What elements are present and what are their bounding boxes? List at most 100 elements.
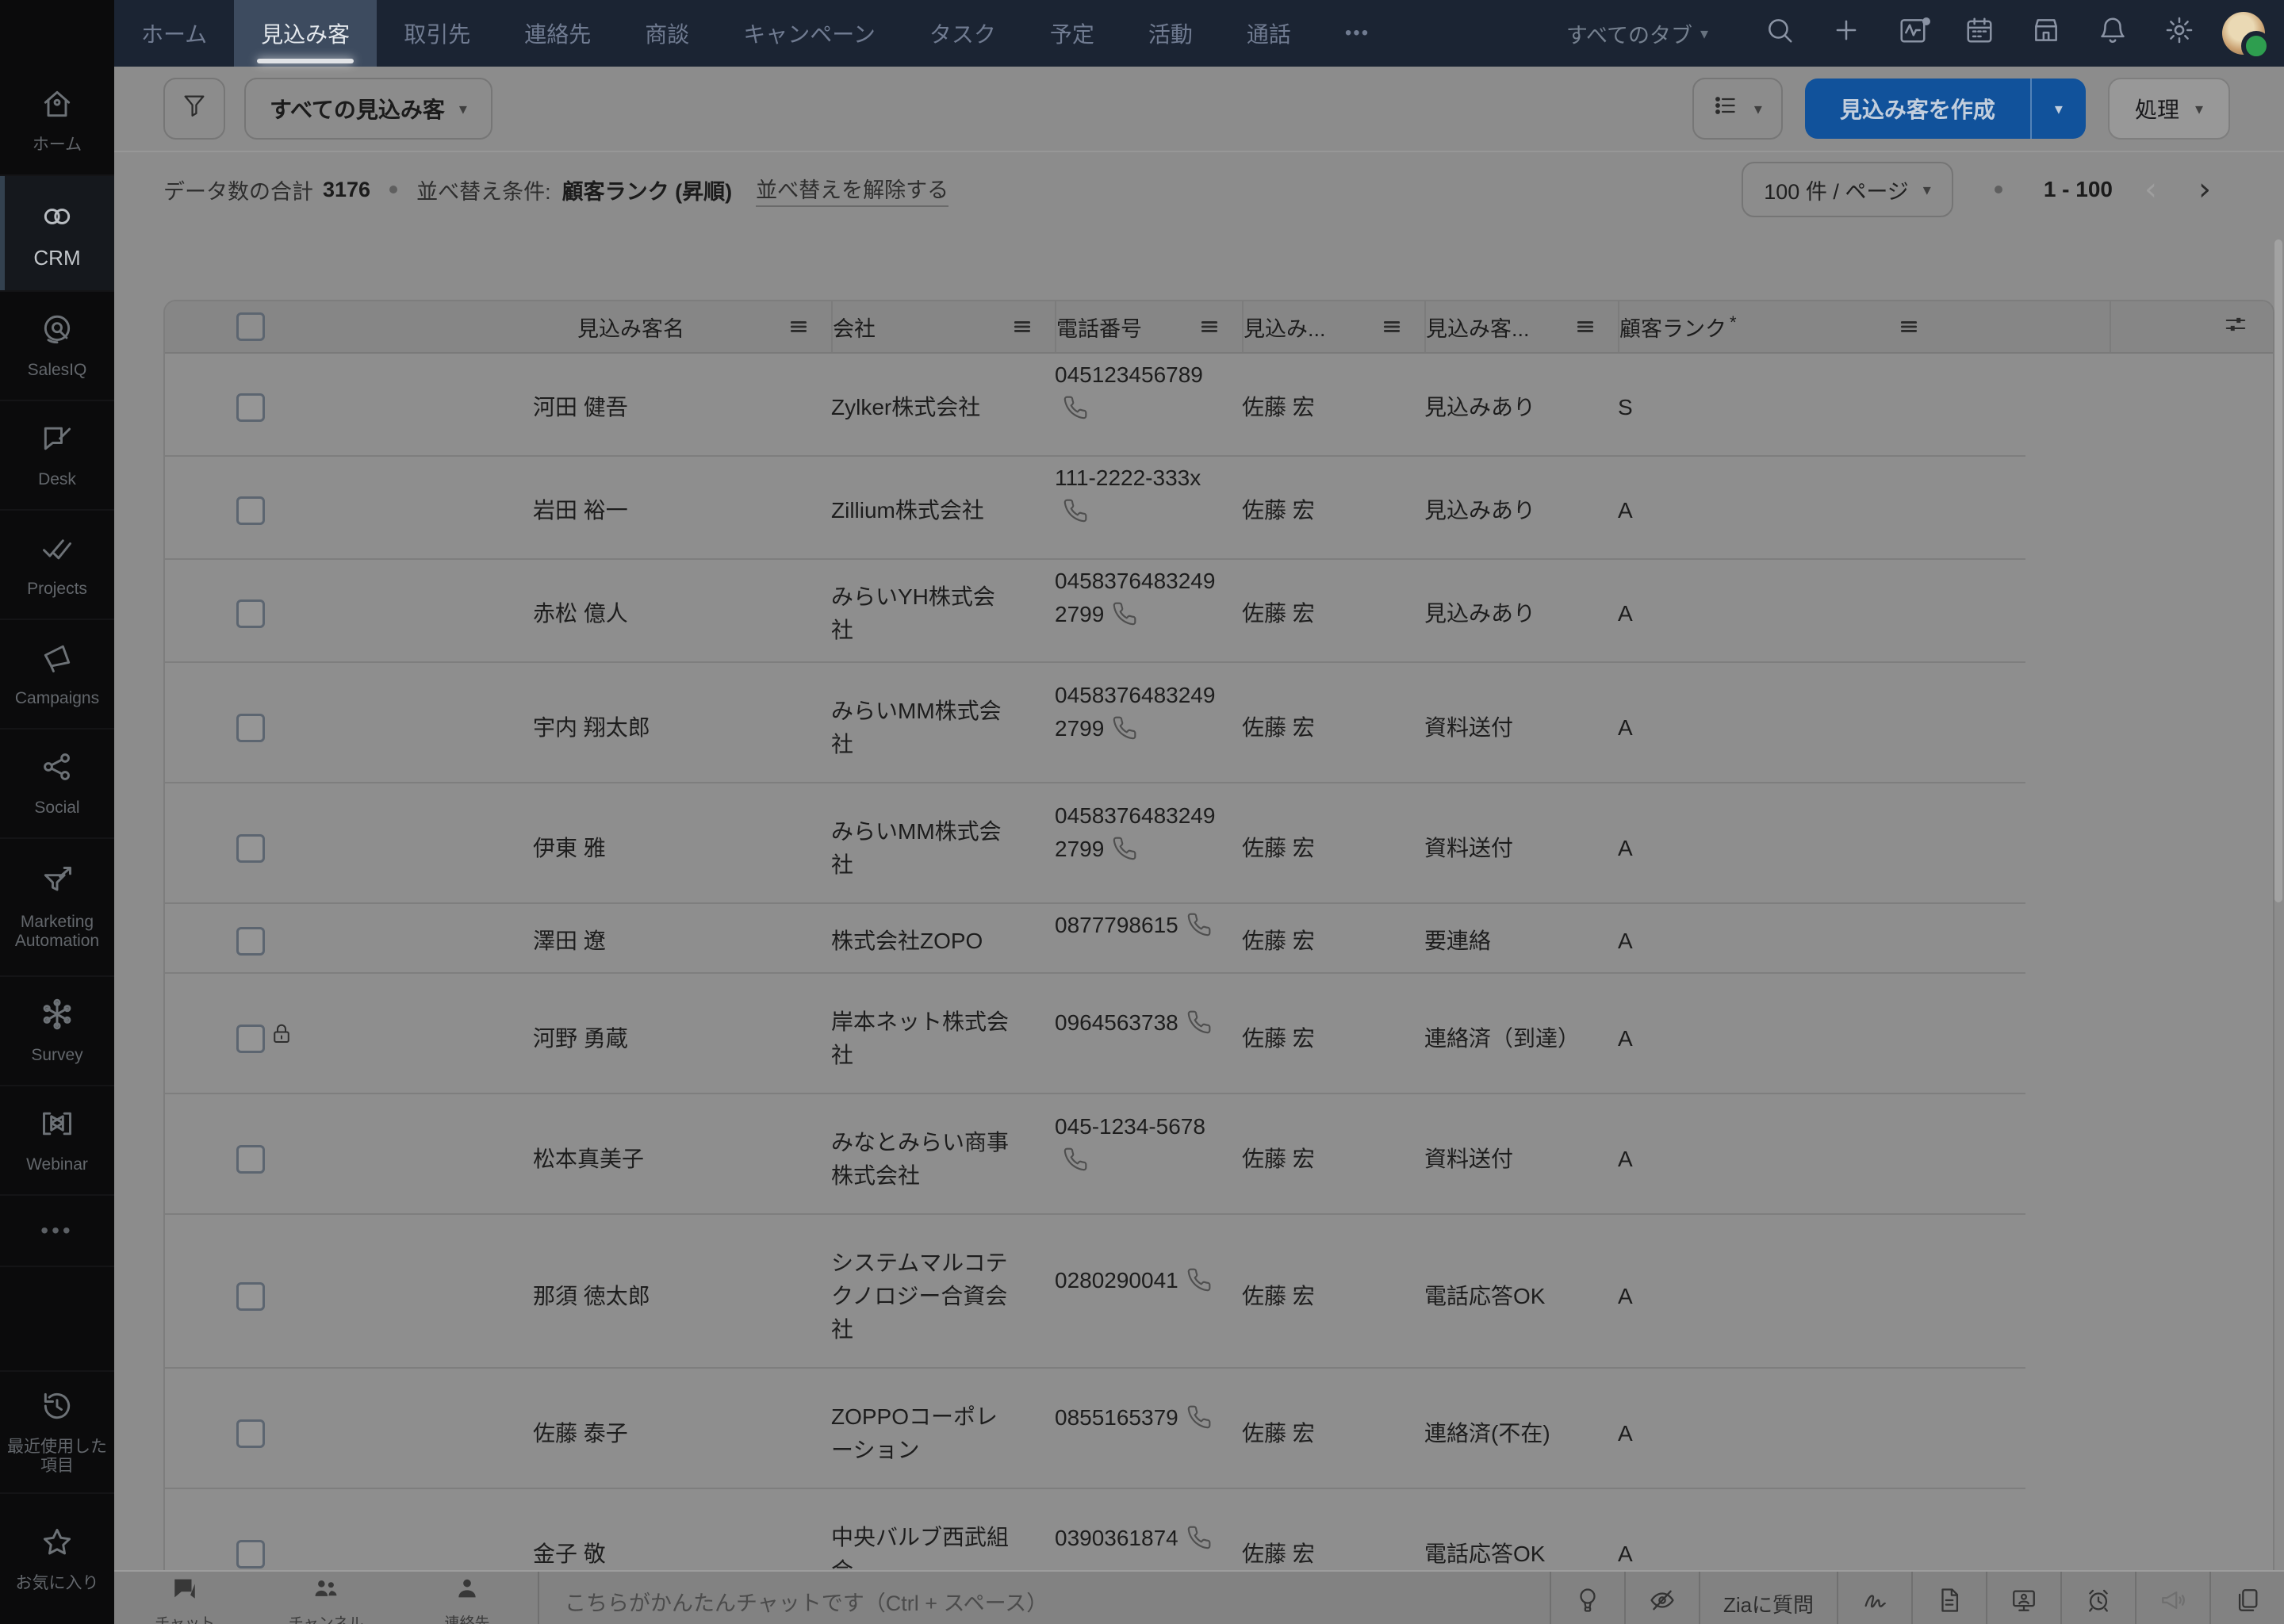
copy-sheets-button[interactable] (2211, 1572, 2284, 1624)
display-mode-button[interactable]: ▾ (1692, 78, 1783, 140)
phone-icon[interactable] (1112, 601, 1137, 626)
row-checkbox[interactable] (236, 1025, 265, 1053)
tab-leads[interactable]: 見込み客 (234, 0, 377, 67)
lead-name[interactable]: 伊東 雅 (533, 832, 831, 865)
table-row[interactable]: 佐藤 泰子 ZOPPOコーポレーション 0855165379 佐藤 宏 連絡済(… (165, 1369, 2273, 1489)
column-settings-icon[interactable] (2224, 312, 2248, 342)
phone-icon[interactable] (1112, 836, 1137, 861)
user-avatar[interactable] (2222, 12, 2271, 61)
row-checkbox[interactable] (236, 1419, 265, 1448)
column-menu-icon[interactable] (1899, 316, 1919, 337)
table-row[interactable]: 河田 健吾 Zylker株式会社 045123456789 佐藤 宏 見込みあり… (165, 354, 2273, 457)
phone-icon[interactable] (1063, 395, 1088, 420)
quick-create-button[interactable] (1822, 10, 1870, 57)
sidebar-item-crm[interactable]: CRM (0, 176, 114, 292)
phone-icon[interactable] (1186, 1404, 1212, 1430)
phone-icon[interactable] (1186, 1525, 1212, 1550)
table-row[interactable]: 河野 勇蔵 岸本ネット株式会社 0964563738 佐藤 宏 連絡済（到達） … (165, 974, 2273, 1094)
column-header-lead-name[interactable]: 見込み客名 (533, 301, 831, 352)
filter-button[interactable] (163, 78, 225, 140)
tab-deals[interactable]: 商談 (618, 0, 716, 67)
row-checkbox[interactable] (236, 714, 265, 742)
settings-button[interactable] (2156, 10, 2203, 57)
row-checkbox[interactable] (236, 834, 265, 863)
select-all-checkbox[interactable] (236, 312, 265, 341)
create-lead-options-button[interactable]: ▾ (2029, 79, 2086, 139)
lead-name[interactable]: 松本真美子 (533, 1143, 831, 1176)
presentation-button[interactable] (1987, 1572, 2062, 1624)
sidebar-item-salesiq[interactable]: SalesIQ (0, 292, 114, 401)
marketplace-button[interactable] (2022, 10, 2070, 57)
tab-accounts[interactable]: 取引先 (377, 0, 497, 67)
all-tabs-dropdown[interactable]: すべてのタブ ▾ (1566, 18, 1708, 49)
tab-campaigns[interactable]: キャンペーン (716, 0, 902, 67)
lead-name[interactable]: 赤松 億人 (533, 597, 831, 630)
column-header-phone[interactable]: 電話番号 (1055, 301, 1242, 352)
table-row[interactable]: 伊東 雅 みらいMM株式会社 04583764832492799 佐藤 宏 資料… (165, 783, 2273, 904)
lead-name[interactable]: 河田 健吾 (533, 391, 831, 424)
row-checkbox[interactable] (236, 1540, 265, 1568)
column-menu-icon[interactable] (1012, 316, 1033, 337)
calendar-button[interactable] (1956, 10, 2003, 57)
chat-input[interactable] (539, 1591, 1550, 1616)
sidebar-item-survey[interactable]: Survey (0, 977, 114, 1086)
sidebar-item-marketing-automation[interactable]: Marketing Automation (0, 839, 114, 977)
chat-tab-chat[interactable]: チャット (114, 1572, 255, 1624)
column-header-customer-rank[interactable]: 顧客ランク * (1618, 301, 2110, 352)
column-header-company[interactable]: 会社 (831, 301, 1055, 352)
table-row[interactable]: 那須 徳太郎 システムマルコテクノロジー合資会社 0280290041 佐藤 宏… (165, 1215, 2273, 1369)
sidebar-item-webinar[interactable]: Webinar (0, 1086, 114, 1196)
column-menu-icon[interactable] (1199, 316, 1220, 337)
tab-meetings[interactable]: 予定 (1023, 0, 1121, 67)
phone-icon[interactable] (1112, 715, 1137, 741)
search-button[interactable] (1756, 10, 1803, 57)
column-header-lead-owner[interactable]: 見込み... (1242, 301, 1424, 352)
column-menu-icon[interactable] (1382, 316, 1402, 337)
table-row[interactable]: 宇内 翔太郎 みらいMM株式会社 04583764832492799 佐藤 宏 … (165, 663, 2273, 783)
signals-button[interactable] (1889, 10, 1937, 57)
tab-activities[interactable]: 活動 (1121, 0, 1220, 67)
phone-icon[interactable] (1186, 912, 1212, 937)
sidebar-item-desk[interactable]: Desk (0, 401, 114, 511)
sidebar-item-recent-items[interactable]: 最近使用した項目 (0, 1370, 114, 1494)
column-menu-icon[interactable] (788, 316, 809, 337)
row-checkbox[interactable] (236, 393, 265, 422)
notes-button[interactable] (1913, 1572, 1987, 1624)
phone-icon[interactable] (1186, 1009, 1212, 1035)
sidebar-item-social[interactable]: Social (0, 730, 114, 839)
column-menu-icon[interactable] (1575, 316, 1596, 337)
phone-icon[interactable] (1063, 1147, 1088, 1172)
tab-home[interactable]: ホーム (114, 0, 234, 67)
sidebar-item-home[interactable]: ホーム (0, 67, 114, 176)
next-page-button[interactable]: › (2189, 174, 2221, 205)
zia-voice-button[interactable] (1838, 1572, 1913, 1624)
lead-name[interactable]: 岩田 裕一 (533, 494, 831, 527)
lead-name[interactable]: 澤田 遼 (533, 925, 831, 958)
lead-name[interactable]: 佐藤 泰子 (533, 1417, 831, 1450)
table-row[interactable]: 赤松 億人 みらいYH株式会社 04583764832492799 佐藤 宏 見… (165, 560, 2273, 663)
ask-zia-button[interactable]: Ziaに質問 (1700, 1572, 1838, 1624)
previous-page-button[interactable]: ‹ (2135, 174, 2167, 205)
lead-name[interactable]: 那須 徳太郎 (533, 1280, 831, 1313)
sidebar-item-favorites[interactable]: お気に入り (0, 1494, 114, 1624)
notifications-button[interactable] (2089, 10, 2136, 57)
zoho-mascot-button[interactable] (1551, 1572, 1626, 1624)
lead-name[interactable]: 金子 敬 (533, 1538, 831, 1571)
row-checkbox[interactable] (236, 1145, 265, 1174)
announcements-button[interactable] (2136, 1572, 2211, 1624)
reminders-button[interactable] (2062, 1572, 2136, 1624)
clear-sort-link[interactable]: 並べ替えを解除する (756, 173, 949, 207)
collapse-sidebar-button[interactable] (0, 0, 114, 67)
vertical-scrollbar-thumb[interactable] (2274, 239, 2282, 902)
chat-tab-contacts[interactable]: 連絡先 (397, 1572, 538, 1624)
tab-contacts[interactable]: 連絡先 (497, 0, 618, 67)
tab-calls[interactable]: 通話 (1220, 0, 1318, 67)
lead-name[interactable]: 宇内 翔太郎 (533, 711, 831, 745)
table-row[interactable]: 澤田 遼 株式会社ZOPO 0877798615 佐藤 宏 要連絡 A (165, 904, 2273, 974)
sidebar-item-campaigns[interactable]: Campaigns (0, 620, 114, 730)
create-lead-button[interactable]: 見込み客を作成 (1805, 79, 2030, 139)
row-checkbox[interactable] (236, 1282, 265, 1311)
phone-icon[interactable] (1186, 1267, 1212, 1293)
per-page-selector[interactable]: 100 件 / ページ ▾ (1742, 162, 1953, 217)
tab-tasks[interactable]: タスク (902, 0, 1023, 67)
